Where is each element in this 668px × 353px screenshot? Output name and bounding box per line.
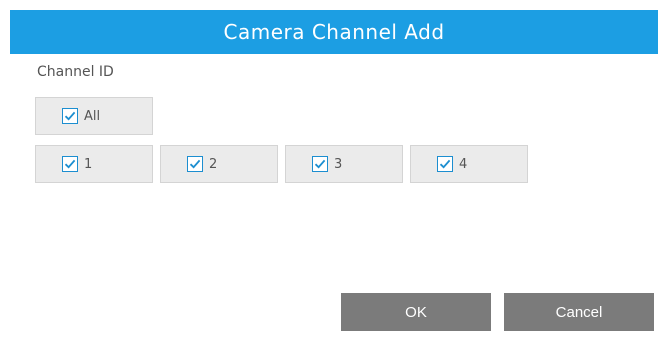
dialog-title: Camera Channel Add — [10, 10, 658, 54]
checkmark-icon[interactable] — [312, 156, 328, 172]
checkbox-channel-1[interactable]: 1 — [35, 145, 153, 183]
checkmark-icon[interactable] — [62, 108, 78, 124]
cancel-button[interactable]: Cancel — [504, 293, 654, 331]
checkmark-icon[interactable] — [437, 156, 453, 172]
checkbox-all-label: All — [84, 108, 101, 124]
channel-id-label: Channel ID — [37, 64, 114, 80]
checkbox-channel-3[interactable]: 3 — [285, 145, 403, 183]
checkbox-channel-label: 2 — [209, 156, 218, 172]
checkbox-channel-2[interactable]: 2 — [160, 145, 278, 183]
checkbox-channel-label: 1 — [84, 156, 93, 172]
checkmark-icon[interactable] — [62, 156, 78, 172]
checkmark-icon[interactable] — [187, 156, 203, 172]
checkbox-all[interactable]: All — [35, 97, 153, 135]
checkbox-channel-4[interactable]: 4 — [410, 145, 528, 183]
camera-channel-add-dialog: Camera Channel Add Channel ID All 1 2 3 … — [0, 0, 668, 353]
checkbox-channel-label: 3 — [334, 156, 343, 172]
checkbox-channel-label: 4 — [459, 156, 468, 172]
ok-button[interactable]: OK — [341, 293, 491, 331]
